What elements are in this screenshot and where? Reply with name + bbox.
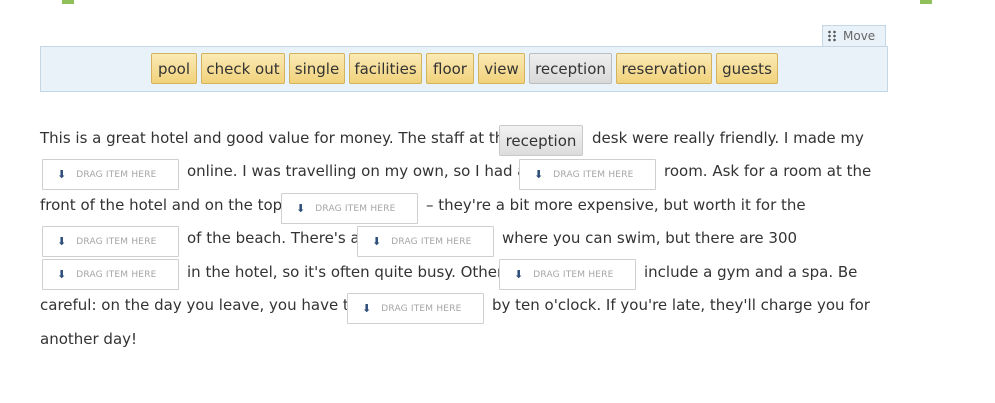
move-label: Move	[843, 29, 876, 43]
download-arrow-icon: ⬇	[362, 302, 372, 315]
text-line: room. Ask for a room at the	[664, 162, 872, 180]
text-line: by ten o'clock. If you're late, they'll …	[492, 296, 870, 314]
drag-item-view[interactable]: view	[478, 53, 525, 84]
drop-zone[interactable]: ⬇ DRAG ITEM HERE	[347, 293, 484, 324]
text-line: front of the hotel and on the top	[40, 196, 283, 214]
drop-zone-label: DRAG ITEM HERE	[391, 236, 472, 247]
text-line: of the beach. There's a	[187, 229, 360, 247]
drop-zone[interactable]: ⬇ DRAG ITEM HERE	[357, 226, 494, 257]
drag-item-reservation[interactable]: reservation	[616, 53, 712, 84]
move-handle[interactable]: Move	[822, 25, 886, 46]
download-arrow-icon: ⬇	[57, 235, 67, 248]
text-line: online. I was travelling on my own, so I…	[187, 162, 527, 180]
text-line: another day!	[40, 330, 138, 348]
drag-item-facilities[interactable]: facilities	[349, 53, 422, 84]
drop-zone[interactable]: ⬇ DRAG ITEM HERE	[42, 226, 179, 257]
drop-zone[interactable]: ⬇ DRAG ITEM HERE	[42, 159, 179, 190]
drop-zone-label: DRAG ITEM HERE	[76, 169, 157, 180]
corner-marker	[62, 0, 74, 4]
download-arrow-icon: ⬇	[57, 168, 67, 181]
drag-item-pool[interactable]: pool	[151, 53, 197, 84]
drop-zone-label: DRAG ITEM HERE	[76, 269, 157, 280]
drop-zone-label: DRAG ITEM HERE	[553, 169, 634, 180]
text-line: in the hotel, so it's often quite busy. …	[187, 263, 504, 281]
drop-zone-label: DRAG ITEM HERE	[315, 203, 396, 214]
drop-zone[interactable]: ⬇ DRAG ITEM HERE	[42, 259, 179, 290]
drop-zone[interactable]: ⬇ DRAG ITEM HERE	[499, 259, 636, 290]
text-line: desk were really friendly. I made my	[592, 129, 864, 147]
drop-zone[interactable]: ⬇ DRAG ITEM HERE	[281, 193, 418, 224]
drag-item-reception[interactable]: reception	[529, 53, 612, 84]
drag-item-guests[interactable]: guests	[716, 53, 778, 84]
placed-item-reception[interactable]: reception	[499, 125, 583, 156]
corner-marker	[920, 0, 932, 4]
drop-zone[interactable]: ⬇ DRAG ITEM HERE	[519, 159, 656, 190]
download-arrow-icon: ⬇	[514, 268, 524, 281]
text-line: include a gym and a spa. Be	[644, 263, 858, 281]
download-arrow-icon: ⬇	[534, 168, 544, 181]
download-arrow-icon: ⬇	[372, 235, 382, 248]
drop-zone-label: DRAG ITEM HERE	[381, 303, 462, 314]
drag-item-single[interactable]: single	[289, 53, 345, 84]
text-line: This is a great hotel and good value for…	[40, 129, 514, 147]
drop-zone-label: DRAG ITEM HERE	[76, 236, 157, 247]
text-line: where you can swim, but there are 300	[502, 229, 798, 247]
drop-zone-label: DRAG ITEM HERE	[533, 269, 614, 280]
text-line: – they're a bit more expensive, but wort…	[426, 196, 806, 214]
text-line: careful: on the day you leave, you have …	[40, 296, 358, 314]
drag-item-check-out[interactable]: check out	[201, 53, 285, 84]
download-arrow-icon: ⬇	[296, 202, 306, 215]
grip-icon	[827, 30, 837, 42]
drag-item-floor[interactable]: floor	[426, 53, 474, 84]
download-arrow-icon: ⬇	[57, 268, 67, 281]
